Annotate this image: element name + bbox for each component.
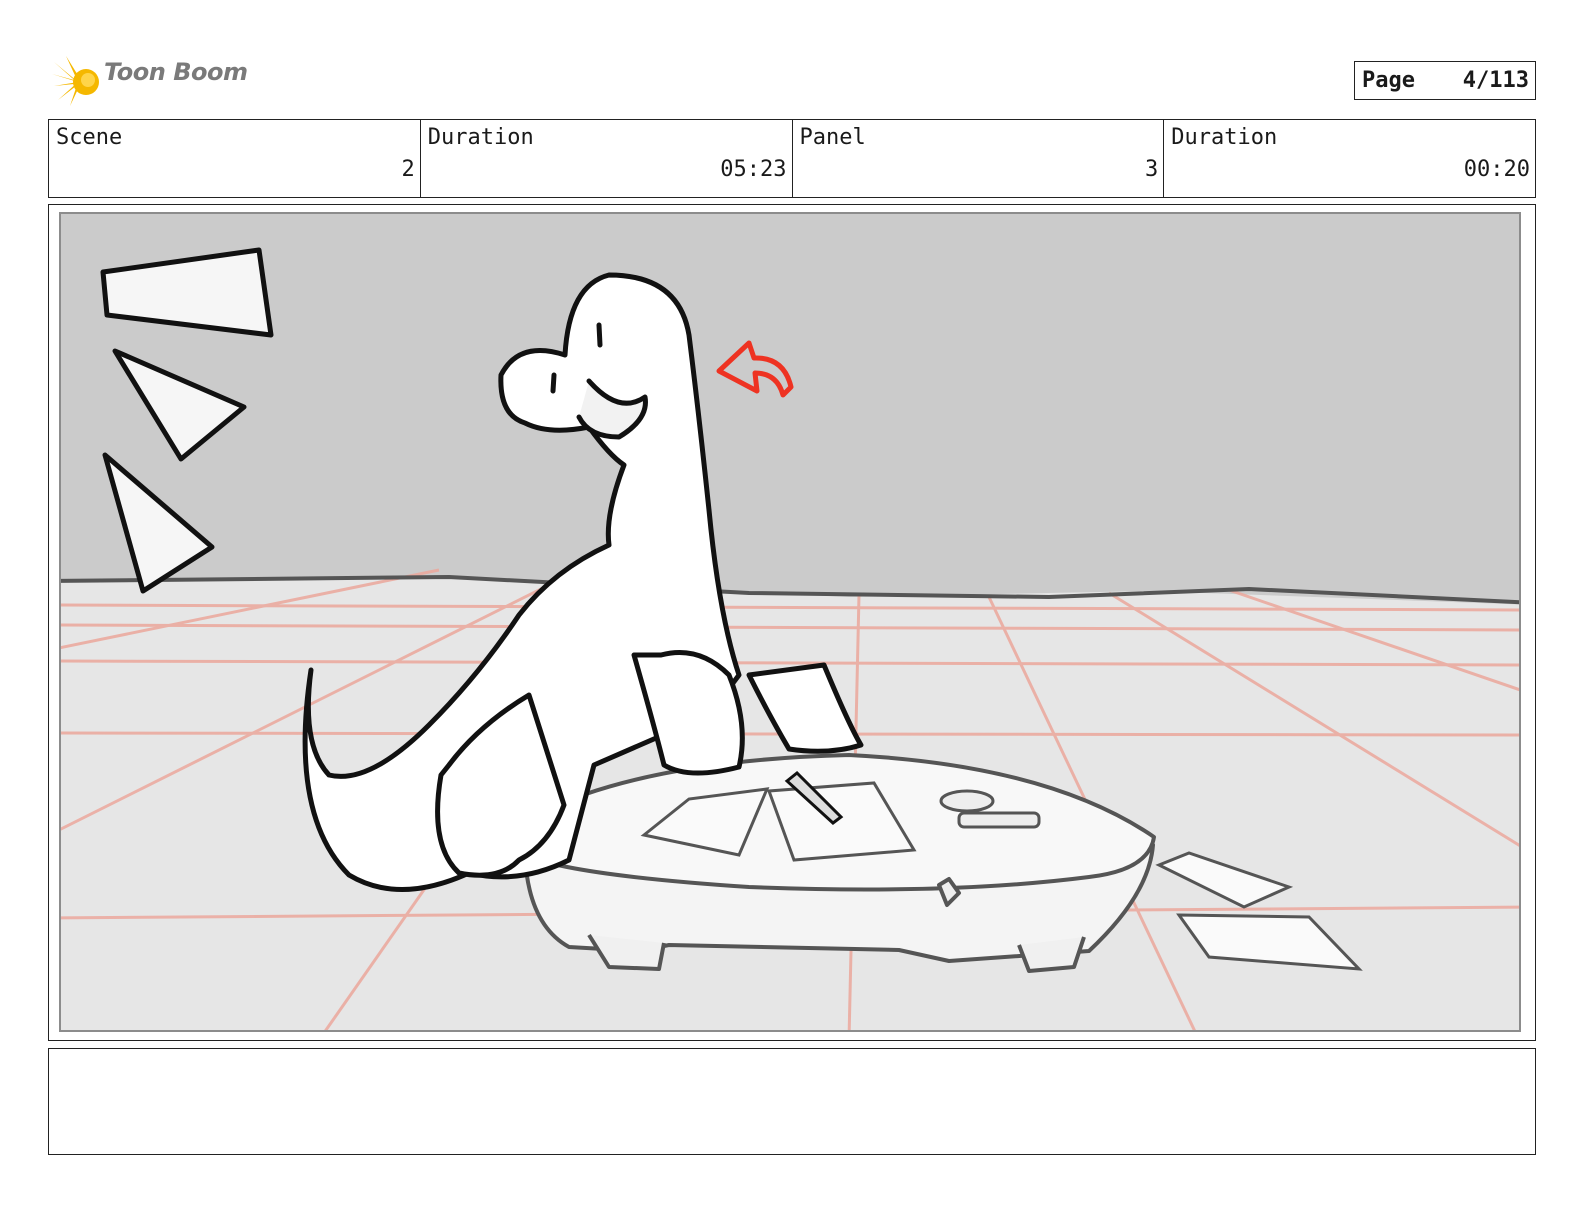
scene-duration-value: 05:23 (720, 157, 787, 182)
scene-duration-cell: Duration 05:23 (421, 120, 793, 197)
panel-duration-label: Duration (1171, 125, 1278, 150)
toon-boom-logo: Toon Boom (52, 56, 252, 108)
panel-info-row: Scene 2 Duration 05:23 Panel 3 Duration … (48, 119, 1536, 198)
page-label: Page (1362, 68, 1415, 93)
panel-duration-value: 00:20 (1463, 157, 1530, 182)
storyboard-drawing (49, 205, 1535, 1040)
panel-value: 3 (1145, 157, 1159, 182)
scene-duration-label: Duration (427, 125, 534, 150)
scene-value: 2 (401, 157, 415, 182)
panel-cell: Panel 3 (793, 120, 1165, 197)
page-value: 4/113 (1462, 68, 1529, 93)
scene-cell: Scene 2 (49, 120, 421, 197)
panel-label: Panel (799, 125, 866, 150)
page-indicator: Page 4/113 (1354, 61, 1536, 100)
storyboard-frame (48, 204, 1536, 1041)
scene-label: Scene (56, 125, 123, 150)
logo-burst-icon (52, 56, 99, 106)
logo-text: Toon Boom (104, 58, 248, 86)
notes-box (48, 1048, 1536, 1155)
panel-duration-cell: Duration 00:20 (1164, 120, 1535, 197)
wall (60, 213, 1520, 605)
